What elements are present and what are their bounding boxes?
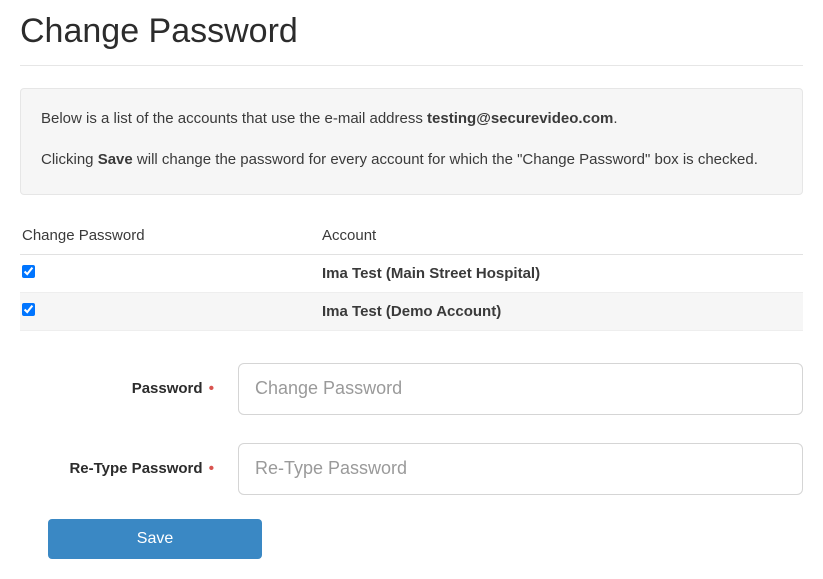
password-row: Password • [20, 359, 803, 415]
info-line2-bold: Save [98, 151, 133, 168]
save-button[interactable]: Save [48, 519, 262, 559]
table-row: Ima Test (Main Street Hospital) [20, 254, 803, 292]
table-row: Ima Test (Demo Account) [20, 292, 803, 330]
info-line1-suffix: . [613, 110, 617, 127]
page-title: Change Password [20, 12, 803, 51]
password-label: Password [132, 380, 203, 397]
password-input[interactable] [238, 363, 803, 415]
required-indicator: • [209, 460, 214, 477]
info-line-2: Clicking Save will change the password f… [41, 148, 782, 171]
button-row: Save [20, 519, 803, 559]
info-box: Below is a list of the accounts that use… [20, 88, 803, 195]
info-line2-prefix: Clicking [41, 151, 98, 168]
change-password-checkbox[interactable] [22, 265, 35, 278]
account-cell: Ima Test (Main Street Hospital) [320, 254, 803, 292]
info-line2-suffix: will change the password for every accou… [133, 151, 758, 168]
divider [20, 65, 803, 66]
password-label-wrap: Password • [20, 380, 222, 397]
retype-password-label-wrap: Re-Type Password • [20, 460, 222, 477]
table-header-account: Account [320, 217, 803, 255]
info-line1-prefix: Below is a list of the accounts that use… [41, 110, 427, 127]
change-password-checkbox[interactable] [22, 303, 35, 316]
account-cell: Ima Test (Demo Account) [320, 292, 803, 330]
retype-password-input[interactable] [238, 443, 803, 495]
info-email: testing@securevideo.com [427, 110, 613, 127]
required-indicator: • [209, 380, 214, 397]
info-line-1: Below is a list of the accounts that use… [41, 107, 782, 130]
retype-password-row: Re-Type Password • [20, 439, 803, 495]
accounts-table: Change Password Account Ima Test (Main S… [20, 217, 803, 331]
table-header-change: Change Password [20, 217, 320, 255]
retype-password-label: Re-Type Password [69, 460, 202, 477]
